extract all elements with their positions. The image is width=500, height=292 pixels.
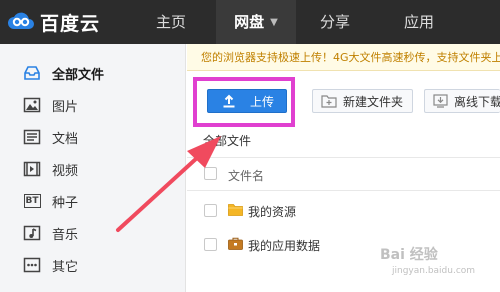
sidebar-item-torrents[interactable]: BT 种子 [0, 185, 186, 217]
top-nav-bar: 百度云 主页 网盘 ▼ 分享 应用 [0, 0, 500, 44]
video-icon [22, 160, 42, 178]
bt-icon-text: BT [23, 194, 41, 208]
folder-icon [228, 203, 243, 219]
row-checkbox[interactable] [204, 238, 217, 251]
nav-home[interactable]: 主页 [140, 0, 202, 44]
file-name[interactable]: 我的应用数据 [248, 237, 320, 254]
nav-share[interactable]: 分享 [304, 0, 366, 44]
upload-icon [222, 94, 236, 108]
nav-apps[interactable]: 应用 [388, 0, 450, 44]
bt-icon: BT [22, 192, 42, 210]
watermark: Bai 经验 [380, 247, 438, 263]
breadcrumb[interactable]: 全部文件 [203, 132, 251, 149]
upload-button-label: 上传 [250, 94, 275, 109]
offline-download-label: 离线下载 [454, 94, 500, 109]
new-folder-label: 新建文件夹 [343, 94, 404, 109]
nav-netdisk-label: 网盘 [234, 13, 265, 31]
nav-netdisk[interactable]: 网盘 ▼ [216, 0, 296, 44]
sidebar-item-other[interactable]: 其它 [0, 249, 186, 281]
watermark-url: jingyan.baidu.com [392, 266, 476, 276]
sidebar-item-label: 视频 [52, 163, 79, 179]
all-files-icon [22, 64, 42, 82]
new-folder-icon [321, 94, 337, 108]
upload-notice-bar: 您的浏览器支持极速上传！4G大文件高速秒传，支持文件夹上传！ [187, 44, 500, 71]
image-icon [22, 96, 42, 114]
upload-button[interactable]: 上传 [207, 89, 287, 113]
table-row[interactable]: 我的资源 [187, 194, 500, 226]
sidebar-item-all-files[interactable]: 全部文件 [0, 57, 186, 89]
nav-apps-label: 应用 [403, 13, 434, 31]
row-checkbox[interactable] [204, 204, 217, 217]
nav-share-label: 分享 [319, 13, 350, 31]
chevron-down-icon: ▼ [270, 16, 278, 28]
sidebar-item-label: 种子 [52, 195, 79, 211]
offline-download-icon [433, 94, 448, 108]
sidebar-item-images[interactable]: 图片 [0, 89, 186, 121]
file-name[interactable]: 我的资源 [248, 203, 296, 220]
new-folder-button[interactable]: 新建文件夹 [312, 89, 413, 113]
column-header-filename[interactable]: 文件名 [228, 167, 264, 184]
cloud-logo-icon [6, 10, 36, 35]
select-all-checkbox[interactable] [204, 167, 217, 180]
sidebar-item-label: 图片 [52, 99, 79, 115]
offline-download-button[interactable]: 离线下载 [424, 89, 500, 113]
sidebar-item-label: 音乐 [52, 227, 79, 243]
app-folder-icon [228, 237, 243, 253]
sidebar-item-label: 全部文件 [52, 67, 105, 83]
more-icon [22, 256, 42, 274]
app-window: 百度云 主页 网盘 ▼ 分享 应用 全部文件 图片 文档 视频 BT 种子 音乐… [0, 0, 500, 292]
music-icon [22, 224, 42, 242]
sidebar-item-videos[interactable]: 视频 [0, 153, 186, 185]
logo-text: 百度云 [40, 12, 101, 35]
nav-home-label: 主页 [155, 13, 186, 31]
sidebar-item-label: 其它 [52, 259, 79, 275]
baidu-cloud-logo[interactable]: 百度云 [6, 8, 100, 36]
document-icon [22, 128, 42, 146]
sidebar-item-music[interactable]: 音乐 [0, 217, 186, 249]
sidebar-item-documents[interactable]: 文档 [0, 121, 186, 153]
sidebar-item-label: 文档 [52, 131, 79, 147]
table-row[interactable]: 我的应用数据 [187, 228, 500, 260]
sidebar: 全部文件 图片 文档 视频 BT 种子 音乐 其它 [0, 44, 186, 292]
